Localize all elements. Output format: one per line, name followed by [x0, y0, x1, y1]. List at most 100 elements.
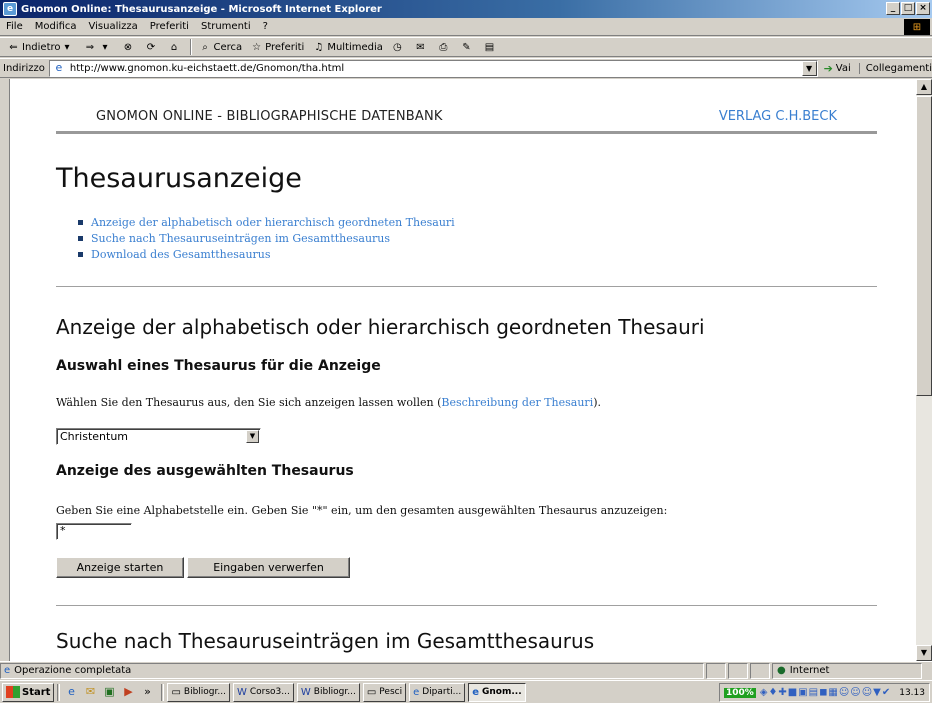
media-icon: ♫: [314, 41, 324, 53]
search-button[interactable]: ⌕ Cerca: [195, 38, 247, 56]
outlook-quicklaunch-icon[interactable]: ✉: [82, 684, 98, 700]
toolbar: ⇐ Indietro ▾ ⇒ ▾ ⊗ ⟳ ⌂ ⌕ Cerca ☆ Preferi…: [0, 37, 932, 57]
refresh-button[interactable]: ⟳: [141, 38, 164, 56]
page-title: Thesaurusanzeige: [56, 163, 302, 194]
back-arrow-icon: ⇐: [9, 41, 18, 53]
select-instructions: Wählen Sie den Thesaurus aus, den Sie si…: [56, 396, 601, 409]
scroll-down-icon[interactable]: ▼: [916, 645, 932, 661]
menu-modifica[interactable]: Modifica: [29, 21, 83, 32]
search-label: Cerca: [213, 41, 243, 53]
table-of-contents: Anzeige der alphabetisch oder hierarchis…: [78, 214, 455, 262]
task-label: Pesci: [379, 687, 403, 697]
status-pane: [706, 662, 726, 679]
toc-link[interactable]: Suche nach Thesauruseinträgen im Gesamtt…: [91, 232, 390, 245]
print-button[interactable]: ⎙: [433, 38, 456, 56]
window-titlebar[interactable]: e Gnomon Online: Thesaurusanzeige - Micr…: [0, 0, 932, 18]
media-button[interactable]: ♫ Multimedia: [308, 38, 387, 56]
back-button[interactable]: ⇐ Indietro ▾: [3, 38, 80, 56]
status-pane: [750, 662, 770, 679]
menu-help[interactable]: ?: [257, 21, 274, 32]
back-label: Indietro: [22, 41, 61, 53]
globe-icon: ●: [777, 665, 786, 676]
toc-item[interactable]: Download des Gesamtthesaurus: [78, 246, 455, 262]
favorites-label: Preferiti: [265, 41, 305, 53]
tray-icons[interactable]: ◈♦✚■▣▤◼▦☺☺☺▼✔: [760, 687, 891, 698]
toc-link[interactable]: Anzeige der alphabetisch oder hierarchis…: [91, 216, 455, 229]
history-button[interactable]: ◷: [387, 38, 410, 56]
home-button[interactable]: ⌂: [164, 38, 187, 56]
zone-label: Internet: [789, 665, 830, 676]
menu-preferiti[interactable]: Preferiti: [144, 21, 195, 32]
menu-file[interactable]: File: [0, 21, 29, 32]
close-button[interactable]: ×: [916, 2, 930, 15]
desktop-quicklaunch-icon[interactable]: ▣: [101, 684, 117, 700]
bullet-icon: [78, 251, 83, 257]
status-bar: e Operazione completata ● Internet: [0, 661, 932, 679]
edit-icon: ✎: [462, 41, 471, 53]
discuss-icon: ▤: [484, 41, 495, 53]
menu-strumenti[interactable]: Strumenti: [195, 21, 257, 32]
task-label: Diparti...: [422, 687, 462, 697]
task-button[interactable]: e Diparti...: [409, 682, 466, 702]
tray-badge[interactable]: 100%: [723, 687, 756, 698]
start-display-button[interactable]: Anzeige starten: [56, 557, 184, 578]
section1-heading: Anzeige der alphabetisch oder hierarchis…: [56, 315, 705, 339]
toc-item[interactable]: Anzeige der alphabetisch oder hierarchis…: [78, 214, 455, 230]
bullet-icon: [78, 235, 83, 241]
task-button-active[interactable]: e Gnom...: [468, 682, 526, 702]
site-name: GNOMON ONLINE - BIBLIOGRAPHISCHE DATENBA…: [96, 109, 443, 124]
toc-item[interactable]: Suche nach Thesauruseinträgen im Gesamtt…: [78, 230, 455, 246]
task-button[interactable]: W Corso3...: [232, 682, 294, 702]
edit-button[interactable]: ✎: [456, 38, 479, 56]
word-icon: W: [236, 686, 247, 698]
minimize-button[interactable]: _: [886, 2, 900, 15]
toc-link[interactable]: Download des Gesamtthesaurus: [91, 248, 271, 261]
scrollbar-thumb[interactable]: [916, 96, 932, 396]
favorites-button[interactable]: ☆ Preferiti: [246, 38, 308, 56]
ie-icon: e: [3, 2, 17, 16]
clock: 13.13: [899, 687, 925, 698]
ie-quicklaunch-icon[interactable]: e: [63, 684, 79, 700]
description-link[interactable]: Beschreibung der Thesauri: [441, 396, 593, 409]
alphabet-position-input[interactable]: *: [56, 523, 132, 540]
mail-icon: ✉: [416, 41, 425, 53]
history-icon: ◷: [393, 41, 402, 53]
publisher-link[interactable]: VERLAG C.H.BECK: [719, 109, 837, 124]
stop-icon: ⊗: [123, 41, 133, 53]
security-zone: ● Internet: [772, 662, 922, 679]
mail-button[interactable]: ✉: [410, 38, 433, 56]
address-dropdown-icon[interactable]: ▼: [801, 60, 817, 76]
status-message: e Operazione completata: [0, 662, 704, 679]
header-divider: [56, 131, 877, 134]
section1-subheading-select: Auswahl eines Thesaurus für die Anzeige: [56, 358, 381, 374]
vertical-scrollbar[interactable]: ▲ ▼: [916, 79, 932, 661]
status-text: Operazione completata: [14, 665, 132, 676]
section1-subheading-display: Anzeige des ausgewählten Thesaurus: [56, 463, 354, 479]
start-button[interactable]: Start: [2, 682, 55, 702]
go-button[interactable]: ➔ Vai: [824, 62, 851, 75]
start-label: Start: [22, 686, 51, 698]
address-url: http://www.gnomon.ku-eichstaett.de/Gnomo…: [69, 62, 345, 74]
print-icon: ⎙: [439, 41, 448, 53]
task-button[interactable]: W Bibliogr...: [296, 682, 360, 702]
forward-button[interactable]: ⇒ ▾: [80, 38, 118, 56]
task-button[interactable]: ▭ Pesci: [362, 682, 407, 702]
thesaurus-select[interactable]: Christentum ▼: [56, 428, 261, 445]
maximize-button[interactable]: □: [901, 2, 915, 15]
section2-heading: Suche nach Thesauruseinträgen im Gesamtt…: [56, 629, 595, 653]
reset-inputs-button[interactable]: Eingaben verwerfen: [187, 557, 350, 578]
scroll-up-icon[interactable]: ▲: [916, 79, 932, 95]
chevron-more-icon[interactable]: »: [139, 684, 155, 700]
discuss-button[interactable]: ▤: [479, 38, 502, 56]
ie-icon: e: [413, 686, 420, 698]
task-button[interactable]: ▭ Bibliogr...: [167, 682, 230, 702]
chevron-down-icon[interactable]: ▼: [246, 430, 259, 443]
chevron-down-icon: ▾: [64, 41, 70, 53]
address-input[interactable]: e http://www.gnomon.ku-eichstaett.de/Gno…: [48, 59, 818, 77]
menu-visualizza[interactable]: Visualizza: [83, 21, 144, 32]
links-button[interactable]: Collegamenti: [858, 62, 932, 74]
media-quicklaunch-icon[interactable]: ▶: [120, 684, 136, 700]
forward-arrow-icon: ⇒: [85, 41, 95, 53]
stop-button[interactable]: ⊗: [118, 38, 141, 56]
favorites-icon: ☆: [252, 41, 262, 53]
